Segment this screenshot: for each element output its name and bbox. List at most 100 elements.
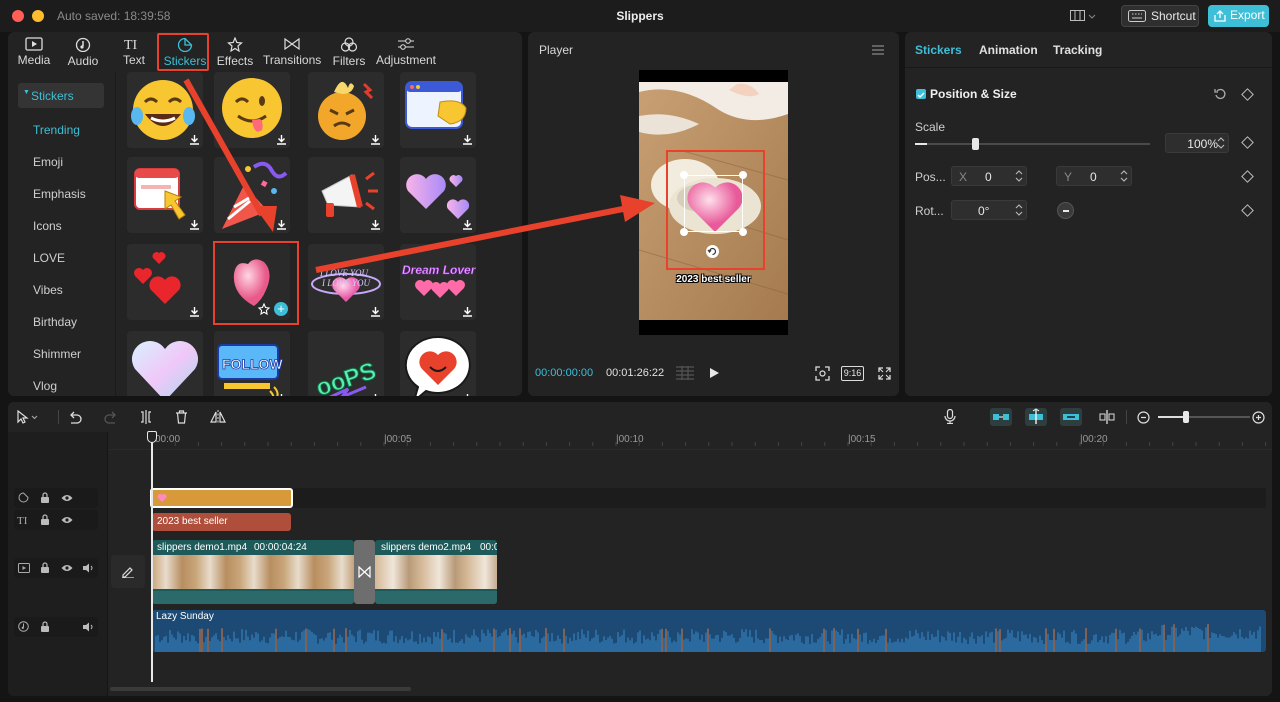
layout-icon[interactable] xyxy=(1070,10,1096,22)
download-icon[interactable] xyxy=(462,134,473,145)
download-icon[interactable] xyxy=(189,134,200,145)
keyframe-diamond-icon[interactable] xyxy=(1241,204,1254,217)
lock-icon[interactable] xyxy=(40,562,50,573)
minimize-window-button[interactable] xyxy=(32,10,44,22)
timeline-horizontal-scrollbar[interactable] xyxy=(110,687,411,691)
zoom-out-icon[interactable] xyxy=(1137,411,1150,424)
audio-clip[interactable]: Lazy Sunday xyxy=(152,610,1266,652)
tab-animation[interactable]: Animation xyxy=(979,43,1038,57)
text-clip[interactable]: 2023 best seller xyxy=(152,513,291,531)
zoom-in-icon[interactable] xyxy=(1252,411,1265,424)
play-icon[interactable] xyxy=(708,367,720,379)
visibility-eye-icon[interactable] xyxy=(61,516,73,524)
split-icon[interactable] xyxy=(140,410,152,424)
fullscreen-icon[interactable] xyxy=(878,367,891,380)
tab-transitions[interactable]: Transitions xyxy=(263,34,321,70)
rotation-dial[interactable] xyxy=(1057,202,1074,219)
lock-icon[interactable] xyxy=(40,492,50,503)
download-icon[interactable] xyxy=(276,393,287,396)
video-clip-2[interactable]: slippers demo2.mp4 00:0 xyxy=(375,540,497,604)
sticker-clip[interactable] xyxy=(150,488,293,508)
download-icon[interactable] xyxy=(370,393,381,396)
download-icon[interactable] xyxy=(370,219,381,230)
stepper-arrows-icon[interactable] xyxy=(1015,203,1023,217)
sticker-winking-emoji[interactable] xyxy=(214,72,290,148)
close-window-button[interactable] xyxy=(12,10,24,22)
sidebar-item-love[interactable]: LOVE xyxy=(33,251,65,265)
zoom-slider[interactable] xyxy=(1158,411,1250,423)
sidebar-item-vlog[interactable]: Vlog xyxy=(33,379,57,393)
download-icon[interactable] xyxy=(276,219,287,230)
zoom-slider-knob[interactable] xyxy=(1182,411,1189,423)
sidebar-item-emoji[interactable]: Emoji xyxy=(33,155,63,169)
sidebar-item-shimmer[interactable]: Shimmer xyxy=(33,347,81,361)
transition-marker[interactable] xyxy=(354,540,375,604)
keyframe-diamond-icon[interactable] xyxy=(1241,88,1254,101)
sticker-dream-lover[interactable]: Dream Lover xyxy=(400,244,476,320)
player-menu-icon[interactable] xyxy=(872,45,884,55)
sticker-party-popper[interactable] xyxy=(214,157,290,233)
keyframe-diamond-icon[interactable] xyxy=(1241,170,1254,183)
tab-filters[interactable]: Filters xyxy=(323,34,375,70)
sticker-follow[interactable]: FOLLOW xyxy=(214,331,290,396)
reset-icon[interactable] xyxy=(1214,88,1226,100)
redo-icon[interactable] xyxy=(104,411,118,424)
linkage-button[interactable] xyxy=(1060,408,1082,426)
lock-icon[interactable] xyxy=(40,514,50,525)
microphone-icon[interactable] xyxy=(944,409,956,424)
download-icon[interactable] xyxy=(462,219,473,230)
volume-icon[interactable] xyxy=(82,622,94,632)
download-icon[interactable] xyxy=(370,306,381,317)
cover-edit-button[interactable] xyxy=(111,555,145,588)
sidebar-item-icons[interactable]: Icons xyxy=(33,219,62,233)
tab-tracking[interactable]: Tracking xyxy=(1053,43,1102,57)
main-track-magnet-button[interactable] xyxy=(990,408,1012,426)
visibility-eye-icon[interactable] xyxy=(61,494,73,502)
lock-icon[interactable] xyxy=(40,621,50,632)
select-cursor-icon[interactable] xyxy=(16,410,38,424)
tab-adjustment[interactable]: Adjustment xyxy=(374,34,438,70)
sidebar-header-stickers[interactable]: ▼ Stickers xyxy=(18,83,104,108)
stepper-arrows-icon[interactable] xyxy=(1217,136,1225,150)
sticker-megaphone[interactable] xyxy=(308,157,384,233)
keyframe-diamond-icon[interactable] xyxy=(1241,136,1254,149)
visibility-eye-icon[interactable] xyxy=(61,564,73,572)
scale-slider-knob[interactable] xyxy=(971,138,979,150)
stepper-arrows-icon[interactable] xyxy=(1120,169,1128,183)
sticker-red-hearts[interactable] xyxy=(127,244,203,320)
screenshot-frame-icon[interactable] xyxy=(815,366,830,381)
mirror-icon[interactable] xyxy=(210,410,226,424)
sticker-heart-speech-bubble[interactable] xyxy=(400,331,476,396)
sidebar-item-birthday[interactable]: Birthday xyxy=(33,315,77,329)
shortcut-button[interactable]: Shortcut xyxy=(1121,5,1199,27)
grid-view-icon[interactable] xyxy=(676,366,694,380)
tab-audio[interactable]: Audio xyxy=(57,34,109,70)
sticker-laughing-emoji[interactable] xyxy=(127,72,203,148)
aspect-ratio-button[interactable]: 9:16 xyxy=(841,366,864,381)
download-icon[interactable] xyxy=(276,134,287,145)
tab-media[interactable]: Media xyxy=(8,34,60,70)
export-button[interactable]: Export xyxy=(1208,5,1269,27)
sidebar-item-trending[interactable]: Trending xyxy=(33,123,80,137)
download-icon[interactable] xyxy=(462,306,473,317)
volume-icon[interactable] xyxy=(82,563,94,573)
tab-effects[interactable]: Effects xyxy=(209,34,261,70)
stepper-arrows-icon[interactable] xyxy=(1015,169,1023,183)
undo-icon[interactable] xyxy=(68,411,82,424)
sticker-angry-emoji[interactable] xyxy=(308,72,384,148)
position-size-checkbox[interactable] xyxy=(916,89,926,99)
playhead-handle[interactable] xyxy=(147,431,157,443)
sidebar-item-emphasis[interactable]: Emphasis xyxy=(33,187,86,201)
delete-icon[interactable] xyxy=(175,410,188,424)
video-clip-1[interactable]: slippers demo1.mp4 00:00:04:24 xyxy=(152,540,354,604)
download-icon[interactable] xyxy=(189,219,200,230)
sticker-holo-hearts[interactable] xyxy=(400,157,476,233)
sticker-i-love-you[interactable]: I LOVE YOU I LOVE YOU xyxy=(308,244,384,320)
sidebar-item-vibes[interactable]: Vibes xyxy=(33,283,63,297)
download-icon[interactable] xyxy=(370,134,381,145)
download-icon[interactable] xyxy=(462,393,473,396)
sticker-browser-hand[interactable] xyxy=(400,72,476,148)
playhead[interactable] xyxy=(151,432,153,682)
sticker-click-card[interactable] xyxy=(127,157,203,233)
auto-snap-button[interactable] xyxy=(1025,408,1047,426)
